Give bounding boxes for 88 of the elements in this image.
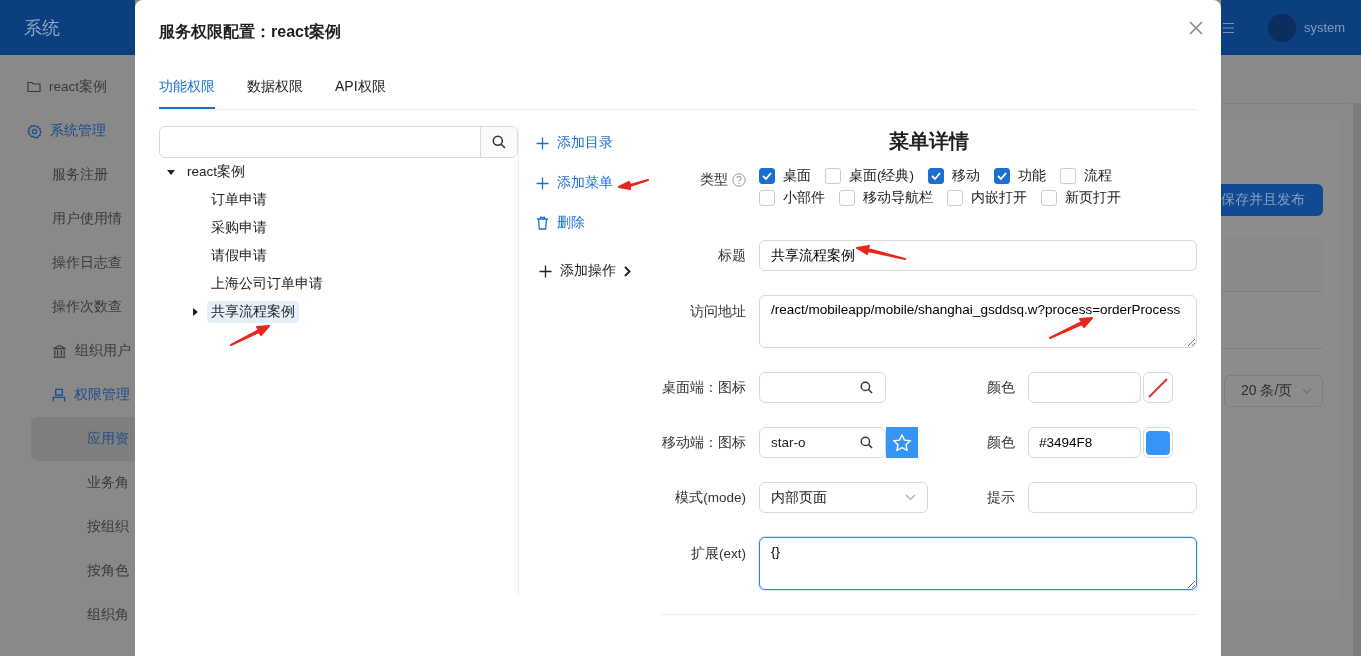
sidebar-item[interactable]: 组织角: [0, 593, 135, 637]
star-icon: [892, 432, 912, 453]
close-icon[interactable]: [1189, 21, 1203, 35]
checkbox-label: 内嵌打开: [971, 189, 1027, 207]
field-label: 标题: [718, 246, 746, 265]
page-size-select[interactable]: 20 条/页: [1224, 375, 1323, 407]
checkbox[interactable]: [994, 168, 1010, 184]
select-field[interactable]: 内部页面: [759, 482, 928, 513]
search-icon[interactable]: [860, 381, 873, 394]
field-label: 扩展(ext): [691, 545, 746, 563]
tab[interactable]: 功能权限: [159, 78, 215, 109]
sidebar-item[interactable]: 操作次数查: [0, 285, 135, 329]
checkbox-label: 桌面: [783, 167, 811, 185]
field-label: 提示: [987, 488, 1015, 507]
user-name: system: [1304, 20, 1346, 35]
search-icon[interactable]: [492, 135, 506, 149]
tree-node[interactable]: 上海公司订单申请: [207, 273, 327, 295]
caret-icon[interactable]: [191, 308, 199, 316]
annotation-arrow: [618, 179, 649, 190]
sidebar-item[interactable]: 按组织: [0, 505, 135, 549]
input-field[interactable]: 共享流程案例: [759, 240, 1197, 271]
tab[interactable]: API权限: [335, 78, 386, 109]
field-label: 类型: [700, 171, 728, 189]
field-label: 颜色: [987, 433, 1015, 452]
chevron-down-icon: [1302, 388, 1312, 394]
checkbox-label: 新页打开: [1065, 189, 1121, 207]
publish-button[interactable]: 保存并且发布: [1221, 184, 1323, 216]
sidebar-item[interactable]: 用户使用情: [0, 197, 135, 241]
chevron-down-icon: [905, 494, 916, 501]
color-input-field[interactable]: [1028, 372, 1141, 403]
annotation-arrow: [856, 245, 906, 260]
sidebar-item[interactable]: react案例: [0, 65, 135, 109]
chevron-right-icon: [624, 265, 631, 277]
checkbox[interactable]: [759, 168, 775, 184]
person-icon: [52, 387, 66, 403]
sidebar-item[interactable]: 操作日志查: [0, 241, 135, 285]
form-heading: 菜单详情: [887, 129, 970, 154]
search-icon[interactable]: [860, 436, 873, 449]
annotation-arrow: [1049, 317, 1093, 339]
annotation-arrow: [230, 325, 270, 346]
caret-icon[interactable]: [167, 168, 175, 176]
search-field[interactable]: [159, 126, 518, 158]
help-icon[interactable]: [732, 173, 746, 187]
add-button[interactable]: 添加菜单: [536, 172, 613, 194]
sidebar-item[interactable]: 服务注册: [0, 153, 135, 197]
gear-icon: [27, 123, 42, 139]
dialog-title: 服务权限配置：react案例: [159, 21, 342, 42]
input-field[interactable]: [1028, 482, 1197, 513]
checkbox-label: 流程: [1084, 167, 1112, 185]
sidebar-item[interactable]: 组织用户: [0, 329, 135, 373]
tree-node[interactable]: 共享流程案例: [207, 301, 299, 323]
plus-icon: [536, 176, 549, 190]
icon-preview-button[interactable]: [886, 427, 918, 458]
checkbox-label: 功能: [1018, 167, 1046, 185]
field-label: 模式(mode): [675, 488, 746, 507]
checkbox-label: 桌面(经典): [849, 167, 914, 185]
tab[interactable]: 数据权限: [247, 78, 303, 109]
color-swatch[interactable]: [1143, 427, 1173, 458]
color-swatch[interactable]: [1143, 372, 1173, 403]
checkbox-label: 小部件: [783, 189, 825, 207]
tree-node[interactable]: 采购申请: [207, 217, 271, 239]
field-label: 访问地址: [690, 303, 746, 321]
tree-node[interactable]: react案例: [183, 161, 249, 183]
checkbox[interactable]: [928, 168, 944, 184]
icon-input-field[interactable]: star-o: [759, 427, 886, 458]
checkbox-label: 移动: [952, 167, 980, 185]
checkbox-label: 移动导航栏: [863, 189, 933, 207]
plus-icon: [536, 136, 549, 150]
field-label: 移动端：图标: [662, 433, 746, 452]
folder-icon: [27, 81, 41, 93]
menu-icon[interactable]: [1223, 21, 1234, 34]
sidebar-item[interactable]: 按角色: [0, 549, 135, 593]
app-title: 系统: [23, 16, 60, 40]
tree-node[interactable]: 请假申请: [207, 245, 271, 267]
text-area[interactable]: /react/mobileapp/mobile/shanghai_gsddsq.w?process=orderProcess: [759, 295, 1197, 348]
add-button[interactable]: 添加操作: [539, 260, 631, 282]
bank-icon: [52, 343, 67, 359]
field-label: 桌面端：图标: [662, 378, 746, 397]
sidebar-item[interactable]: 业务角: [0, 461, 135, 505]
trash-icon: [536, 216, 549, 230]
delete-button[interactable]: 删除: [536, 212, 585, 234]
field-label: 颜色: [987, 378, 1015, 397]
text-area[interactable]: {}: [759, 537, 1197, 590]
plus-icon: [539, 264, 552, 278]
tree-node[interactable]: 订单申请: [207, 189, 271, 211]
color-input-field[interactable]: #3494F8: [1028, 427, 1141, 458]
add-button[interactable]: 添加目录: [536, 132, 613, 154]
icon-input-field[interactable]: [759, 372, 886, 403]
